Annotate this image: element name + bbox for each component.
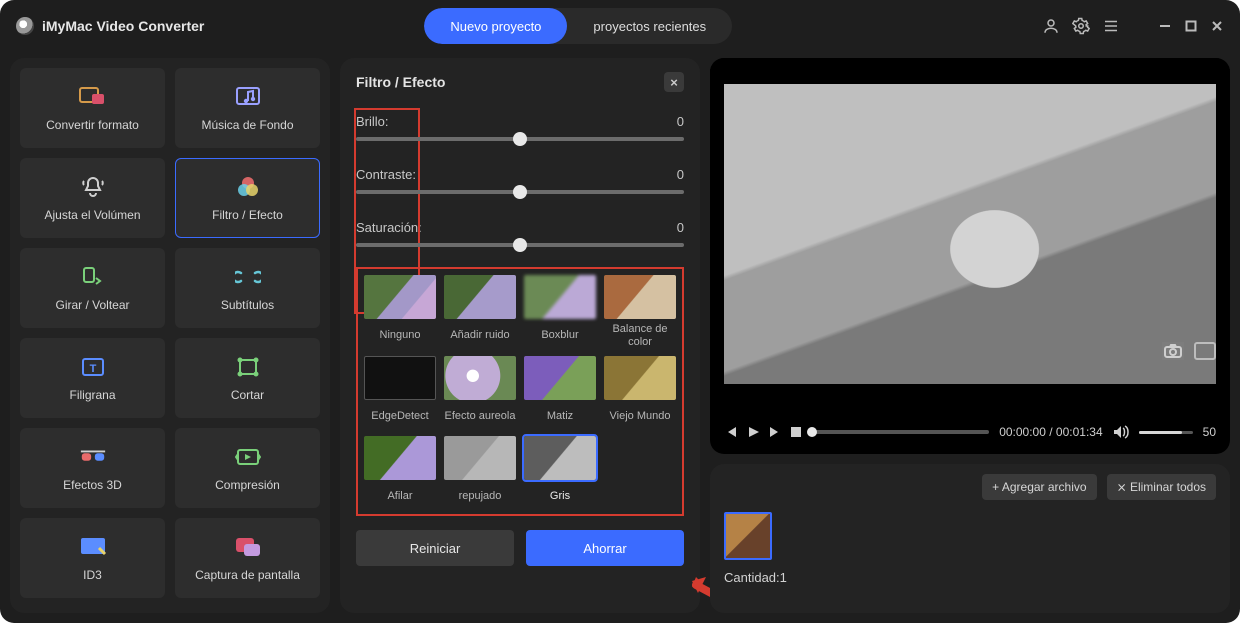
- window-close-icon[interactable]: [1210, 19, 1224, 33]
- filter-option-edgedetect[interactable]: EdgeDetect: [364, 356, 436, 428]
- window-minimize-icon[interactable]: [1158, 19, 1172, 33]
- filter-option-hue[interactable]: Matiz: [524, 356, 596, 428]
- filter-icon: [234, 174, 262, 200]
- menu-icon[interactable]: [1102, 17, 1120, 35]
- editor-title: Filtro / Efecto: [356, 74, 445, 90]
- crop-icon: [234, 354, 262, 380]
- app-title-text: iMyMac Video Converter: [42, 18, 204, 34]
- saturation-value: 0: [677, 220, 684, 235]
- project-tabs: Nuevo proyecto proyectos recientes: [424, 8, 732, 44]
- saturation-label: Saturación:: [356, 220, 422, 235]
- volume-slider[interactable]: [1139, 431, 1193, 434]
- sidebar-item-label: Efectos 3D: [63, 478, 122, 492]
- contrast-value: 0: [677, 167, 684, 182]
- sidebar-item-label: Compresión: [215, 478, 280, 492]
- subtitles-icon: [234, 264, 262, 290]
- convert-icon: [79, 84, 107, 110]
- watermark-icon: T: [79, 354, 107, 380]
- sidebar-item-id3[interactable]: ID3: [20, 518, 165, 598]
- window-maximize-icon[interactable]: [1184, 19, 1198, 33]
- filter-option-emboss[interactable]: repujado: [444, 436, 516, 508]
- sidebar-item-label: ID3: [83, 568, 102, 582]
- contrast-label: Contraste:: [356, 167, 416, 182]
- highlight-box-filters: Ninguno Añadir ruido Boxblur Balance de …: [356, 267, 684, 516]
- remove-all-button[interactable]: ⨯ Eliminar todos: [1107, 474, 1216, 500]
- sidebar-item-filter[interactable]: Filtro / Efecto: [175, 158, 320, 238]
- volume-value: 50: [1203, 425, 1216, 439]
- filter-option-colorbalance[interactable]: Balance de color: [604, 275, 676, 348]
- contrast-slider[interactable]: [356, 190, 684, 194]
- music-icon: [234, 84, 262, 110]
- sidebar-item-label: Música de Fondo: [201, 118, 293, 132]
- sidebar-item-compress[interactable]: Compresión: [175, 428, 320, 508]
- filter-option-none[interactable]: Ninguno: [364, 275, 436, 348]
- brightness-label: Brillo:: [356, 114, 389, 129]
- sidebar-item-convert[interactable]: Convertir formato: [20, 68, 165, 148]
- sidebar-item-rotate[interactable]: Girar / Voltear: [20, 248, 165, 328]
- filter-option-boxblur[interactable]: Boxblur: [524, 275, 596, 348]
- video-preview: 00:00:00 / 00:01:34 50: [710, 58, 1230, 454]
- time-display: 00:00:00 / 00:01:34: [999, 425, 1102, 439]
- reset-button[interactable]: Reiniciar: [356, 530, 514, 566]
- filter-option-noise[interactable]: Añadir ruido: [444, 275, 516, 348]
- saturation-slider[interactable]: [356, 243, 684, 247]
- sidebar-item-subtitles[interactable]: Subtítulos: [175, 248, 320, 328]
- filter-option-sharpen[interactable]: Afilar: [364, 436, 436, 508]
- snapshot-icon[interactable]: [1162, 342, 1184, 360]
- sidebar-item-label: Girar / Voltear: [55, 298, 129, 312]
- brightness-slider[interactable]: [356, 137, 684, 141]
- next-icon[interactable]: [768, 425, 782, 439]
- filter-editor-panel: Filtro / Efecto × Brillo: 0 Contraste: 0: [340, 58, 700, 613]
- tab-new-project[interactable]: Nuevo proyecto: [424, 8, 567, 44]
- clip-quantity: Cantidad:1: [724, 570, 1216, 585]
- gear-icon[interactable]: [1072, 17, 1090, 35]
- sidebar-item-label: Cortar: [231, 388, 264, 402]
- tab-recent-projects[interactable]: proyectos recientes: [567, 8, 732, 44]
- tool-sidebar: Convertir formato Música de Fondo Ajusta…: [10, 58, 330, 613]
- sidebar-item-label: Ajusta el Volúmen: [44, 208, 140, 222]
- rotate-icon: [79, 264, 107, 290]
- app-logo-icon: [16, 17, 34, 35]
- save-button[interactable]: Ahorrar: [526, 530, 684, 566]
- sidebar-item-3d[interactable]: Efectos 3D: [20, 428, 165, 508]
- sidebar-item-crop[interactable]: Cortar: [175, 338, 320, 418]
- filter-option-gray[interactable]: Gris: [524, 436, 596, 508]
- compress-icon: [234, 444, 262, 470]
- sidebar-item-watermark[interactable]: T Filigrana: [20, 338, 165, 418]
- clip-thumbnail[interactable]: [724, 512, 772, 560]
- id3-icon: [79, 534, 107, 560]
- filter-option-oldworld[interactable]: Viejo Mundo: [604, 356, 676, 428]
- account-icon[interactable]: [1042, 17, 1060, 35]
- volume-icon[interactable]: [1113, 425, 1129, 439]
- bell-icon: [79, 174, 107, 200]
- screenshot-icon: [234, 534, 262, 560]
- sidebar-item-label: Captura de pantalla: [195, 568, 300, 582]
- sidebar-item-volume[interactable]: Ajusta el Volúmen: [20, 158, 165, 238]
- sidebar-item-label: Subtítulos: [221, 298, 274, 312]
- filter-option-halo[interactable]: Efecto aureola: [444, 356, 516, 428]
- add-file-button[interactable]: + Agregar archivo: [982, 474, 1096, 500]
- stop-icon[interactable]: [790, 426, 802, 438]
- close-icon[interactable]: ×: [664, 72, 684, 92]
- app-title: iMyMac Video Converter: [16, 17, 204, 35]
- sidebar-item-bgmusic[interactable]: Música de Fondo: [175, 68, 320, 148]
- timeline-slider[interactable]: [812, 430, 989, 434]
- sidebar-item-screenshot[interactable]: Captura de pantalla: [175, 518, 320, 598]
- preview-image: [710, 58, 1230, 410]
- sidebar-item-label: Filtro / Efecto: [212, 208, 283, 222]
- prev-icon[interactable]: [724, 425, 738, 439]
- clips-panel: + Agregar archivo ⨯ Eliminar todos Canti…: [710, 464, 1230, 613]
- sidebar-item-label: Convertir formato: [46, 118, 139, 132]
- glasses-3d-icon: [79, 444, 107, 470]
- fullscreen-icon[interactable]: [1194, 342, 1216, 360]
- svg-text:T: T: [89, 363, 96, 375]
- sidebar-item-label: Filigrana: [69, 388, 115, 402]
- brightness-value: 0: [677, 114, 684, 129]
- play-icon[interactable]: [746, 425, 760, 439]
